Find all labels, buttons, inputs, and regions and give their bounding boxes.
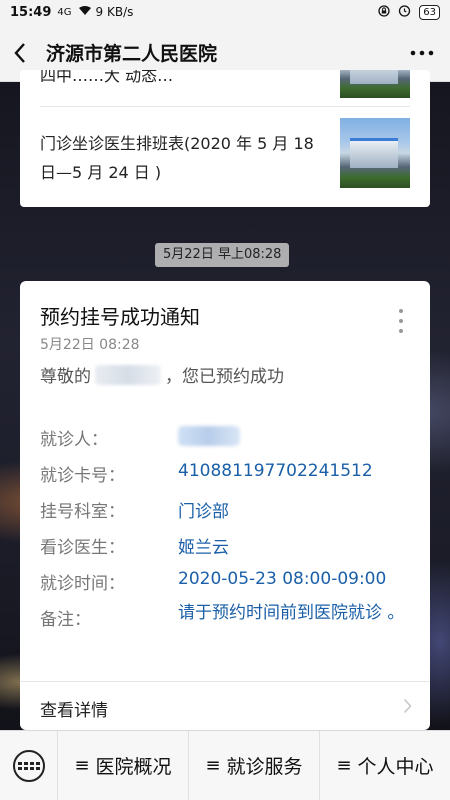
message-timestamp: 5月22日 早上08:28 bbox=[155, 243, 290, 267]
notice-date: 5月22日 08:28 bbox=[40, 337, 140, 353]
field-label-visit-time: 就诊时间： bbox=[40, 574, 125, 594]
field-value-visit-time: 2020-05-23 08:00-09:00 bbox=[178, 569, 387, 589]
field-value-doctor: 姬兰云 bbox=[178, 538, 229, 558]
menu-icon: ≡ bbox=[74, 755, 90, 776]
article-item-partial[interactable]: 四中……大 动态… bbox=[40, 70, 410, 107]
menu-item-personal-center[interactable]: ≡ 个人中心 bbox=[320, 731, 450, 800]
field-value-card-number: 410881197702241512 bbox=[178, 461, 373, 481]
field-label-card-number: 就诊卡号： bbox=[40, 466, 125, 486]
wifi-icon bbox=[78, 5, 92, 20]
status-time: 15:49 bbox=[10, 4, 52, 20]
battery-icon: 63 bbox=[419, 4, 440, 20]
alarm-icon bbox=[398, 4, 411, 20]
greeting-suffix: ，您已预约成功 bbox=[165, 367, 284, 387]
chevron-right-icon bbox=[403, 698, 412, 719]
bottom-menu: ≡ 医院概况 ≡ 就诊服务 ≡ 个人中心 bbox=[0, 730, 450, 800]
notice-title: 预约挂号成功通知 bbox=[40, 305, 200, 329]
network-speed: 9 KB/s bbox=[95, 5, 134, 19]
page-title: 济源市第二人民医院 bbox=[46, 43, 218, 65]
more-icon bbox=[410, 50, 434, 55]
article-title: 门诊坐诊医生排班表(2020 年 5 月 18 日—5 月 24 日 ) bbox=[40, 134, 314, 182]
field-value-department: 门诊部 bbox=[178, 502, 229, 522]
article-item[interactable]: 门诊坐诊医生排班表(2020 年 5 月 18 日—5 月 24 日 ) bbox=[40, 107, 410, 207]
menu-item-hospital-overview[interactable]: ≡ 医院概况 bbox=[58, 730, 189, 800]
field-label-patient: 就诊人： bbox=[40, 430, 108, 450]
chevron-left-icon bbox=[14, 42, 25, 63]
article-card: 四中……大 动态… 门诊坐诊医生排班表(2020 年 5 月 18 日—5 月 … bbox=[20, 70, 430, 207]
menu-item-label: 个人中心 bbox=[357, 756, 434, 778]
divider bbox=[20, 681, 430, 682]
menu-icon: ≡ bbox=[336, 755, 352, 776]
greeting-prefix: 尊敬的 bbox=[40, 367, 91, 387]
menu-item-label: 医院概况 bbox=[95, 756, 172, 778]
field-value-remark: 请于预约时间前到医院就诊 。 bbox=[178, 603, 405, 623]
menu-item-medical-services[interactable]: ≡ 就诊服务 bbox=[189, 730, 320, 800]
article-title-partial: 四中……大 动态… bbox=[40, 70, 174, 85]
field-label-remark: 备注： bbox=[40, 610, 91, 630]
menu-icon: ≡ bbox=[205, 755, 221, 776]
keyboard-toggle-button[interactable] bbox=[0, 730, 58, 800]
appointment-notice-card[interactable]: 预约挂号成功通知 5月22日 08:28 尊敬的 ，您已预约成功 就诊人： 就诊… bbox=[20, 281, 430, 730]
status-bar: 15:49 4G 9 KB/s 63 bbox=[0, 0, 450, 24]
redacted-patient bbox=[178, 426, 240, 446]
field-label-department: 挂号科室： bbox=[40, 502, 125, 522]
article-thumbnail bbox=[340, 118, 410, 188]
menu-item-label: 就诊服务 bbox=[226, 756, 303, 778]
field-label-doctor: 看诊医生： bbox=[40, 538, 125, 558]
keyboard-icon bbox=[12, 749, 45, 782]
lock-icon bbox=[378, 4, 390, 20]
greeting: 尊敬的 ，您已预约成功 bbox=[40, 362, 284, 387]
vertical-more-icon[interactable] bbox=[394, 309, 408, 341]
view-details-link[interactable]: 查看详情 bbox=[40, 696, 108, 721]
redacted-name bbox=[95, 364, 161, 385]
article-thumbnail bbox=[340, 70, 410, 98]
signal-icon: 4G bbox=[57, 6, 72, 18]
field-value-patient bbox=[178, 426, 240, 451]
